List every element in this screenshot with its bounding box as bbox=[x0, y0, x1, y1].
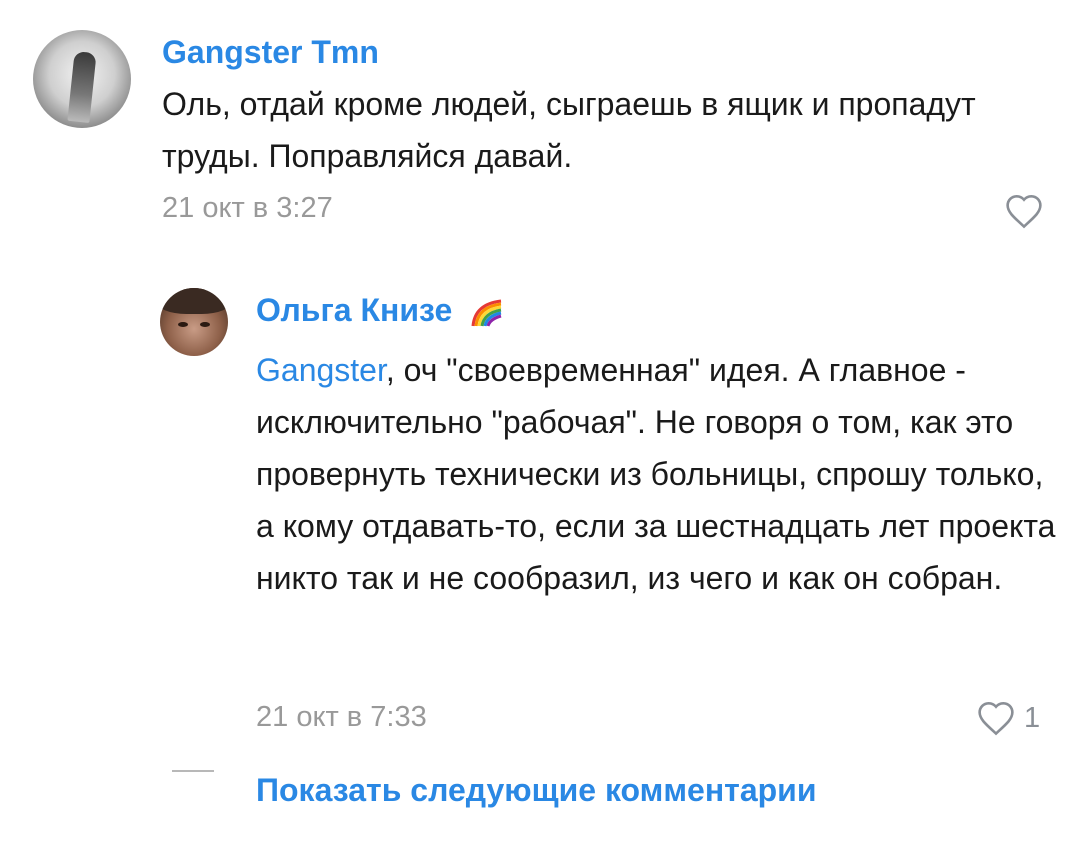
show-more-divider bbox=[172, 770, 214, 772]
reply-text: Gangster, оч "своевременная" идея. А гла… bbox=[256, 344, 1056, 604]
heart-icon bbox=[978, 701, 1014, 736]
avatar-hair bbox=[160, 288, 228, 314]
like-button[interactable] bbox=[1004, 193, 1052, 229]
mention-link[interactable]: Gangster bbox=[256, 352, 386, 388]
comment-text: Оль, отдай кроме людей, сыграешь в ящик … bbox=[162, 86, 976, 174]
reply-timestamp[interactable]: 21 окт в 7:33 bbox=[256, 701, 427, 734]
like-count: 1 bbox=[1024, 701, 1041, 734]
avatar-figure bbox=[67, 51, 97, 123]
like-button[interactable]: 1 bbox=[976, 700, 1040, 736]
avatar-gangster-tmn[interactable] bbox=[33, 30, 131, 128]
avatar-eye bbox=[178, 322, 188, 327]
comment-author-name[interactable]: Gangster Tmn bbox=[162, 34, 379, 71]
comment-timestamp[interactable]: 21 окт в 3:27 bbox=[162, 192, 333, 225]
reply-author[interactable]: Ольга Книзе bbox=[256, 292, 505, 329]
avatar-olga-knize[interactable] bbox=[160, 288, 228, 356]
reply-text-body: , оч "своевременная" идея. А главное - и… bbox=[256, 352, 1056, 596]
reply-author-name: Ольга Книзе bbox=[256, 292, 453, 328]
show-more-comments-link[interactable]: Показать следующие комментарии bbox=[256, 772, 817, 809]
heart-icon bbox=[1006, 194, 1042, 229]
rainbow-icon bbox=[471, 299, 502, 327]
avatar-eye bbox=[200, 322, 210, 327]
